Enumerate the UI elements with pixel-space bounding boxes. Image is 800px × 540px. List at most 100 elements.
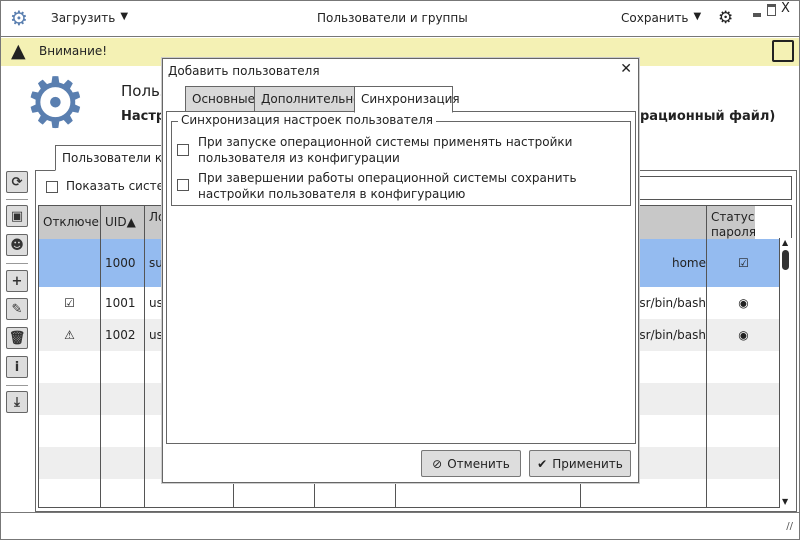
column-header[interactable]: Статус пароля: [707, 206, 755, 239]
column-header[interactable]: UID▲: [101, 206, 145, 239]
save-lock-icon[interactable]: [772, 40, 794, 62]
load-label: Загрузить: [51, 11, 116, 25]
download-button[interactable]: ⤓: [6, 391, 28, 413]
table-cell: [101, 479, 145, 507]
apply-label: Применить: [552, 456, 623, 471]
table-cell: [707, 415, 780, 447]
save-on-shutdown-label: При завершении работы операционной систе…: [198, 171, 577, 201]
table-cell: [39, 447, 101, 479]
delete-button[interactable]: 🗑: [6, 327, 28, 349]
status-bar: //: [1, 512, 799, 539]
info-button[interactable]: i: [6, 356, 28, 378]
edit-icon: ✎: [11, 301, 23, 317]
table-cell: [101, 447, 145, 479]
table-cell: [315, 479, 396, 507]
top-bar: ⚙ Загрузить ▼ Пользователи и группы Сохра…: [1, 1, 799, 37]
warning-box-icon: ⚠: [39, 319, 101, 351]
radio-dot-icon: ◉: [738, 296, 749, 310]
cancel-icon: ⊘: [432, 456, 443, 471]
dialog-close-icon[interactable]: ✕: [620, 61, 632, 77]
info-icon: i: [14, 359, 20, 375]
scroll-thumb[interactable]: [782, 250, 789, 270]
page-title: Польз: [121, 82, 168, 100]
table-row[interactable]: [39, 479, 780, 507]
divider: [6, 263, 28, 264]
divider: [6, 199, 28, 200]
group-title: Синхронизация настроек пользователя: [178, 113, 436, 127]
settings-gear-icon[interactable]: ⚙: [718, 8, 733, 28]
close-icon[interactable]: X: [781, 1, 790, 16]
table-cell: 1001: [101, 287, 145, 319]
refresh-icon: ⟳: [11, 174, 23, 190]
warning-icon: ▲: [11, 40, 26, 62]
tab-label: Дополнительно: [261, 92, 361, 106]
table-cell: [707, 447, 780, 479]
load-menu[interactable]: Загрузить ▼: [51, 11, 128, 25]
trash-icon: 🗑: [8, 330, 26, 346]
save-label: Сохранить: [621, 11, 689, 25]
apply-on-start-checkbox[interactable]: [177, 144, 189, 156]
caret-down-icon: ▼: [120, 11, 129, 22]
table-cell: [39, 239, 101, 287]
tab-local-users[interactable]: Пользователи ко: [55, 145, 175, 171]
caret-down-icon: ▼: [693, 11, 702, 22]
scrollbar[interactable]: ▲ ▼: [779, 238, 792, 508]
resize-grip-icon[interactable]: //: [786, 521, 793, 532]
users-gear-icon: ⚙: [24, 62, 87, 144]
checkbox-checked-icon: ☑: [738, 256, 749, 270]
show-system-label: Показать систем: [66, 179, 173, 193]
page-subtitle: Настр: [121, 109, 166, 124]
group-icon: ☻: [10, 237, 24, 253]
minimize-icon[interactable]: [753, 13, 761, 17]
table-cell: [39, 415, 101, 447]
add-user-dialog: Добавить пользователя ✕ Основные Дополни…: [162, 58, 639, 483]
table-cell: [707, 383, 780, 415]
dialog-tab-advanced[interactable]: Дополнительно: [254, 86, 361, 112]
dialog-tab-basic[interactable]: Основные: [185, 86, 255, 112]
tab-label: Пользователи ко: [62, 151, 170, 165]
app-gear-icon: ⚙: [10, 6, 28, 30]
refresh-button[interactable]: ⟳: [6, 171, 28, 193]
table-cell: [707, 351, 780, 383]
save-menu[interactable]: Сохранить ▼: [621, 11, 701, 25]
scroll-up-icon[interactable]: ▲: [782, 238, 788, 247]
user-button[interactable]: ▣: [6, 205, 28, 227]
apply-on-start-label: При запуске операционной системы применя…: [198, 135, 573, 165]
table-cell: 1002: [101, 319, 145, 351]
column-header[interactable]: Отключен: [39, 206, 101, 239]
page-subtitle-end: рационный файл): [640, 109, 776, 124]
table-cell: [101, 351, 145, 383]
show-system-checkbox[interactable]: [46, 181, 58, 193]
cancel-button[interactable]: ⊘ Отменить: [421, 450, 521, 477]
warning-text: Внимание!: [39, 44, 108, 58]
check-icon: ✔: [537, 456, 548, 471]
groups-button[interactable]: ☻: [6, 234, 28, 256]
table-cell: [581, 479, 707, 507]
table-cell: [145, 479, 234, 507]
add-button[interactable]: +: [6, 270, 28, 292]
table-cell: [101, 415, 145, 447]
table-cell: [39, 351, 101, 383]
plus-icon: +: [11, 273, 23, 289]
download-icon: ⤓: [14, 394, 20, 410]
table-cell: [39, 383, 101, 415]
table-cell: [101, 383, 145, 415]
user-card-icon: ▣: [10, 208, 24, 224]
apply-button[interactable]: ✔ Применить: [529, 450, 631, 477]
save-on-shutdown-checkbox[interactable]: [177, 179, 189, 191]
window-title: Пользователи и группы: [317, 11, 468, 25]
table-cell: [707, 479, 780, 507]
tab-label: Синхронизация: [361, 92, 460, 106]
tab-label: Основные: [192, 92, 256, 106]
maximize-icon[interactable]: [767, 4, 776, 16]
table-cell: [396, 479, 581, 507]
dialog-tab-sync[interactable]: Синхронизация: [354, 86, 460, 113]
table-cell: [234, 479, 315, 507]
table-cell: [39, 479, 101, 507]
cancel-label: Отменить: [447, 456, 510, 471]
radio-dot-icon: ◉: [738, 328, 749, 342]
dialog-title: Добавить пользователя: [168, 64, 320, 78]
scroll-down-icon[interactable]: ▼: [782, 497, 788, 506]
edit-button[interactable]: ✎: [6, 298, 28, 320]
sync-group: Синхронизация настроек пользователя При …: [171, 113, 631, 206]
